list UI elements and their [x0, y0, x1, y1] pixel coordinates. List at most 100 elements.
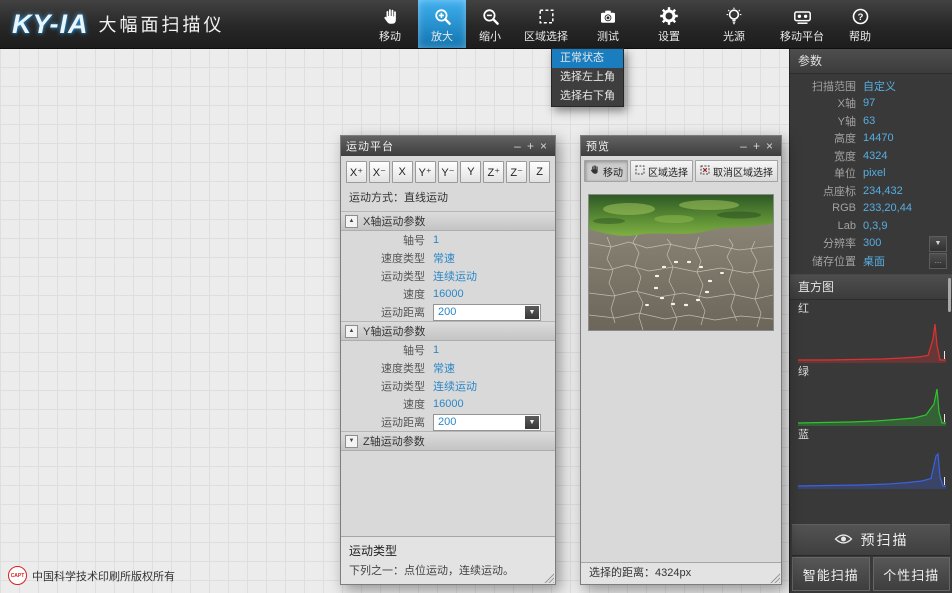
- motion-row: 速度类型 常速: [341, 359, 555, 377]
- toolbar-item-test[interactable]: 测试: [578, 0, 638, 48]
- prescan-label: 预扫描: [861, 530, 909, 550]
- hand-icon: [589, 164, 600, 178]
- histogram-label: 绿: [790, 365, 952, 380]
- menu-item-normal-state[interactable]: 正常状态: [552, 49, 623, 68]
- motion-row-value[interactable]: 16000: [433, 398, 464, 410]
- histogram-blue: 蓝: [790, 428, 952, 489]
- maximize-button[interactable]: +: [524, 136, 537, 156]
- motion-footer-text: 下列之一：点位运动，连续运动。: [349, 562, 547, 578]
- param-label: RGB: [790, 202, 856, 214]
- prescan-button[interactable]: 预扫描: [792, 524, 950, 556]
- axis-button-x-plus[interactable]: X⁺: [346, 161, 367, 183]
- motion-row-value[interactable]: 常速: [433, 250, 455, 266]
- collapse-icon[interactable]: ▲: [345, 215, 358, 228]
- toolbar-item-help[interactable]: ? 帮助: [836, 0, 884, 48]
- param-value-link[interactable]: 桌面: [863, 253, 885, 269]
- toolbar-item-move[interactable]: 移动: [362, 0, 418, 48]
- toolbar-item-label: 帮助: [849, 28, 871, 44]
- motion-row-value[interactable]: 连续运动: [433, 378, 477, 394]
- y-distance-select[interactable]: 200 ▼: [433, 414, 541, 431]
- sidebar-scrollbar-thumb[interactable]: [948, 278, 951, 312]
- copyright-text: 中国科学技术印刷所版权所有: [32, 568, 175, 584]
- minimize-button[interactable]: –: [511, 136, 524, 156]
- y-distance-value: 200: [434, 416, 525, 428]
- app-logo: KY-IA: [12, 9, 89, 40]
- motion-mode-text: 运动方式：直线运动: [341, 187, 555, 211]
- param-row-point-coord: 点座标 234,432: [790, 182, 952, 200]
- param-value: pixel: [863, 167, 886, 179]
- motion-row-value[interactable]: 常速: [433, 360, 455, 376]
- preview-cancel-region-label: 取消区域选择: [713, 164, 773, 179]
- toolbar-item-label: 缩小: [479, 28, 501, 44]
- axis-button-x[interactable]: X: [392, 161, 413, 183]
- param-label: 高度: [790, 130, 856, 146]
- app-title: 大幅面扫描仪: [99, 11, 225, 37]
- axis-button-z-minus[interactable]: Z⁻: [506, 161, 527, 183]
- axis-button-y-plus[interactable]: Y⁺: [415, 161, 436, 183]
- axis-button-x-minus[interactable]: X⁻: [369, 161, 390, 183]
- param-label: Lab: [790, 220, 856, 232]
- chevron-down-icon[interactable]: ▼: [525, 416, 539, 429]
- preview-image[interactable]: [588, 194, 774, 331]
- motion-row-value[interactable]: 16000: [433, 288, 464, 300]
- toolbar-item-light-source[interactable]: 光源: [700, 0, 768, 48]
- menu-item-select-bottom-right[interactable]: 选择右下角: [552, 87, 623, 106]
- param-value: 233,20,44: [863, 202, 912, 214]
- close-button[interactable]: ×: [537, 136, 550, 156]
- params-sidebar: 参数 扫描范围 自定义 X轴 97 Y轴 63 高度 14470 宽度 4324: [789, 48, 952, 593]
- preview-region-select-button[interactable]: 区域选择: [630, 160, 693, 182]
- param-row-height: 高度 14470: [790, 130, 952, 148]
- motion-row: 轴号 1: [341, 231, 555, 249]
- toolbar-item-region-select[interactable]: 区域选择: [514, 0, 578, 48]
- app-window: KY-IA 大幅面扫描仪 移动 放大 缩小: [0, 0, 952, 593]
- expand-icon[interactable]: ▼: [345, 435, 358, 448]
- motion-row-value[interactable]: 1: [433, 344, 439, 356]
- smart-scan-button[interactable]: 智能扫描: [792, 557, 870, 591]
- preview-panel-titlebar[interactable]: 预览 – + ×: [581, 136, 781, 156]
- menu-item-select-top-left[interactable]: 选择左上角: [552, 68, 623, 87]
- axis-button-y[interactable]: Y: [460, 161, 481, 183]
- motion-row-label: 速度: [341, 286, 425, 302]
- preview-region-label: 区域选择: [648, 164, 688, 179]
- param-value-link[interactable]: 自定义: [863, 78, 896, 94]
- selection-distance-status: 选择的距离：4324px: [589, 567, 691, 579]
- top-toolbar: KY-IA 大幅面扫描仪 移动 放大 缩小: [0, 0, 952, 49]
- motion-row: 运动类型 连续运动: [341, 267, 555, 285]
- motion-row: 运动类型 连续运动: [341, 377, 555, 395]
- preview-empty-area: [581, 331, 781, 562]
- preview-panel-title: 预览: [586, 138, 737, 154]
- motion-row-value[interactable]: 1: [433, 234, 439, 246]
- param-label: 扫描范围: [790, 78, 856, 94]
- axis-button-z[interactable]: Z: [529, 161, 550, 183]
- z-axis-section-title: Z轴运动参数: [363, 433, 425, 449]
- y-axis-section-header: ▲ Y轴运动参数: [341, 321, 555, 341]
- close-button[interactable]: ×: [763, 136, 776, 156]
- copyright: CAPT 中国科学技术印刷所版权所有: [8, 566, 175, 585]
- resize-grip[interactable]: [769, 572, 780, 583]
- param-value[interactable]: 300: [863, 237, 881, 249]
- params-header: 参数: [790, 48, 952, 74]
- toolbar-item-zoom-in[interactable]: 放大: [418, 0, 466, 48]
- custom-scan-button[interactable]: 个性扫描: [873, 557, 951, 591]
- chevron-down-icon[interactable]: ▼: [525, 306, 539, 319]
- preview-move-button[interactable]: 移动: [584, 160, 628, 182]
- preview-cancel-region-button[interactable]: 取消区域选择: [695, 160, 778, 182]
- axis-button-z-plus[interactable]: Z⁺: [483, 161, 504, 183]
- collapse-icon[interactable]: ▲: [345, 325, 358, 338]
- param-row-storage: 储存位置 桌面 …: [790, 252, 952, 270]
- toolbar-item-platform[interactable]: 移动平台: [768, 0, 836, 48]
- resolution-dropdown-button[interactable]: ▼: [929, 236, 947, 252]
- toolbar-item-zoom-out[interactable]: 缩小: [466, 0, 514, 48]
- param-label: 储存位置: [790, 253, 856, 269]
- capt-logo: CAPT: [8, 566, 27, 585]
- axis-button-y-minus[interactable]: Y⁻: [438, 161, 459, 183]
- toolbar-item-label: 设置: [658, 28, 680, 44]
- param-value: 63: [863, 115, 875, 127]
- minimize-button[interactable]: –: [737, 136, 750, 156]
- x-distance-select[interactable]: 200 ▼: [433, 304, 541, 321]
- storage-browse-button[interactable]: …: [929, 253, 947, 269]
- motion-row-value[interactable]: 连续运动: [433, 268, 477, 284]
- motion-panel-titlebar[interactable]: 运动平台 – + ×: [341, 136, 555, 156]
- toolbar-item-settings[interactable]: 设置: [638, 0, 700, 48]
- maximize-button[interactable]: +: [750, 136, 763, 156]
